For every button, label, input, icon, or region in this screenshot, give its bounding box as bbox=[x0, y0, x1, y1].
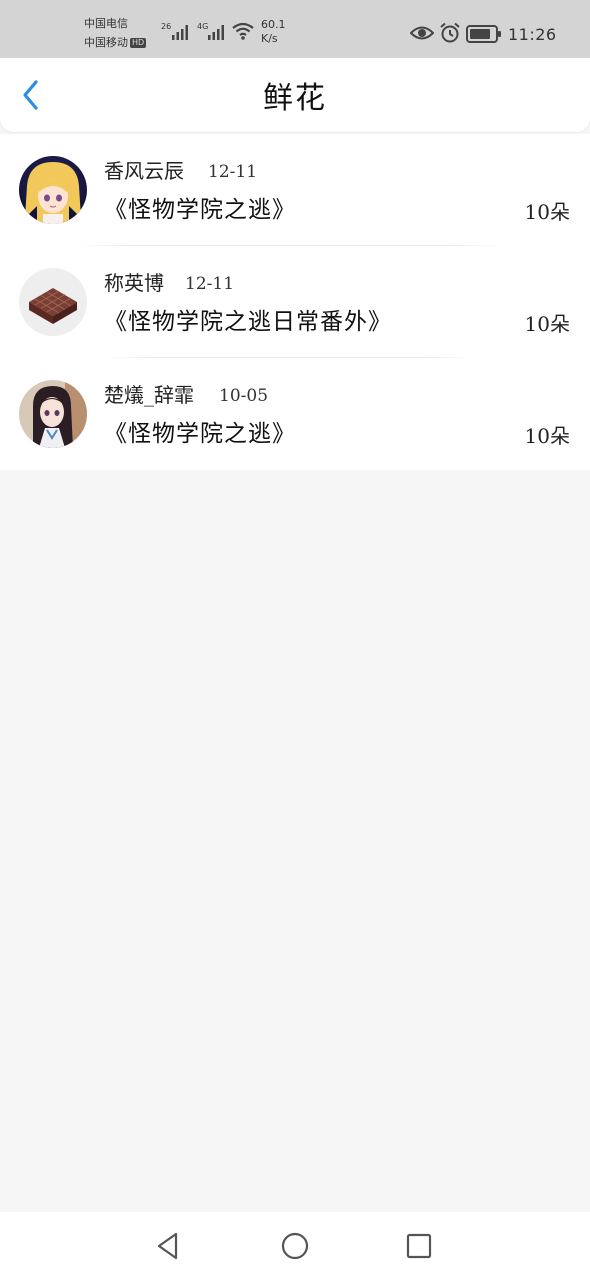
nav-recent-button[interactable] bbox=[403, 1230, 435, 1262]
wifi-icon bbox=[232, 22, 254, 40]
network-speed: 60.1 K/s bbox=[261, 18, 286, 46]
user-name[interactable]: 香风云辰 bbox=[104, 159, 184, 183]
app-header: 鲜花 bbox=[0, 58, 590, 132]
page-title: 鲜花 bbox=[263, 81, 327, 116]
user-name[interactable]: 楚燨_辞霏 bbox=[104, 383, 194, 407]
flower-list: 香风云辰 12-11 《怪物学院之逃》 10朵 称英博 12-11 《怪物学院之… bbox=[0, 134, 590, 470]
battery-icon bbox=[466, 25, 501, 43]
status-bar: 中国电信 中国移动 HD 26 4G 60.1 K/s 11:26 bbox=[0, 0, 590, 58]
flower-count: 10朵 bbox=[524, 312, 570, 336]
triangle-back-icon bbox=[157, 1232, 178, 1260]
carrier-2: 中国移动 bbox=[84, 36, 128, 49]
nav-back-button[interactable] bbox=[152, 1230, 184, 1262]
avatar[interactable] bbox=[19, 268, 87, 336]
speed-value: 60.1 bbox=[261, 18, 286, 31]
system-nav-bar bbox=[0, 1212, 590, 1280]
circle-home-icon bbox=[281, 1232, 309, 1260]
avatar[interactable] bbox=[19, 156, 87, 224]
nav-home-button[interactable] bbox=[279, 1230, 311, 1262]
book-title[interactable]: 《怪物学院之逃》 bbox=[104, 420, 296, 448]
hd-badge: HD bbox=[130, 38, 147, 48]
list-item[interactable]: 称英博 12-11 《怪物学院之逃日常番外》 10朵 bbox=[0, 246, 590, 358]
network-type-1: 26 bbox=[161, 22, 172, 31]
speed-unit: K/s bbox=[261, 32, 278, 45]
book-title[interactable]: 《怪物学院之逃》 bbox=[104, 196, 296, 224]
gift-date: 10-05 bbox=[219, 386, 269, 406]
gift-date: 12-11 bbox=[185, 274, 235, 294]
eye-icon bbox=[410, 26, 434, 40]
list-item[interactable]: 香风云辰 12-11 《怪物学院之逃》 10朵 bbox=[0, 134, 590, 246]
book-title[interactable]: 《怪物学院之逃日常番外》 bbox=[104, 308, 392, 336]
carrier-info: 中国电信 中国移动 HD bbox=[84, 14, 147, 52]
signal-icon bbox=[172, 25, 188, 40]
alarm-icon bbox=[440, 22, 460, 43]
flower-count: 10朵 bbox=[524, 200, 570, 224]
square-recent-icon bbox=[406, 1233, 432, 1259]
list-item[interactable]: 楚燨_辞霏 10-05 《怪物学院之逃》 10朵 bbox=[0, 358, 590, 470]
user-name[interactable]: 称英博 bbox=[104, 271, 164, 295]
carrier-1: 中国电信 bbox=[84, 17, 128, 30]
signal-icon bbox=[208, 25, 224, 40]
status-time: 11:26 bbox=[508, 25, 557, 44]
gift-date: 12-11 bbox=[208, 162, 258, 182]
avatar[interactable] bbox=[19, 380, 87, 448]
flower-count: 10朵 bbox=[524, 424, 570, 448]
